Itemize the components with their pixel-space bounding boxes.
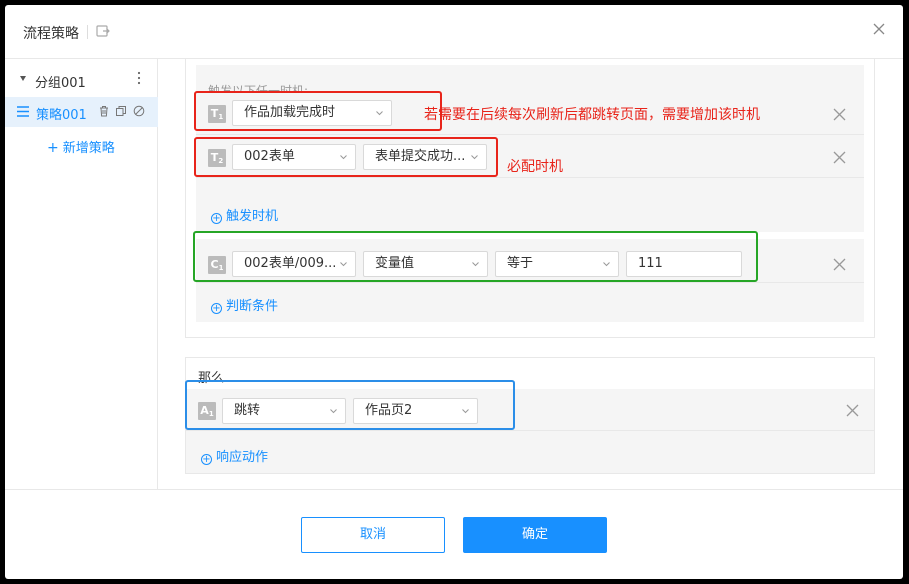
group-label: 分组001 bbox=[35, 76, 86, 91]
plus-icon: + bbox=[47, 140, 59, 156]
annotation-box-red-1 bbox=[194, 91, 442, 131]
plus-circle-icon: + bbox=[211, 213, 222, 224]
add-trigger-button[interactable]: + 触发时机 bbox=[211, 205, 278, 224]
close-icon[interactable] bbox=[871, 21, 887, 37]
add-strategy-button[interactable]: + 新增策略 bbox=[47, 137, 115, 156]
export-icon[interactable] bbox=[95, 23, 111, 39]
sidebar-item-strategy-001[interactable]: 策略001 bbox=[5, 97, 158, 127]
dialog-title: 流程策略 bbox=[23, 26, 79, 42]
kebab-icon[interactable] bbox=[135, 71, 143, 85]
trash-icon[interactable] bbox=[98, 105, 110, 117]
annotation-note-2: 必配时机 bbox=[507, 159, 563, 175]
close-icon[interactable] bbox=[833, 151, 846, 164]
add-strategy-label: 新增策略 bbox=[62, 141, 115, 156]
close-icon[interactable] bbox=[833, 258, 846, 271]
list-icon bbox=[17, 106, 29, 117]
cancel-button[interactable]: 取消 bbox=[301, 517, 445, 553]
ok-button[interactable]: 确定 bbox=[463, 517, 607, 553]
title-divider bbox=[87, 25, 88, 39]
copy-icon[interactable] bbox=[115, 105, 127, 117]
ban-icon[interactable] bbox=[133, 105, 145, 117]
annotation-note-1: 若需要在后续每次刷新后都跳转页面，需要增加该时机 bbox=[424, 107, 760, 123]
strategy-sidebar: 分组001 策略001 + 新增策略 bbox=[5, 59, 158, 489]
dialog-header: 流程策略 bbox=[5, 5, 903, 59]
sidebar-group-001[interactable]: 分组001 bbox=[5, 67, 158, 93]
dialog-footer: 取消 确定 bbox=[5, 489, 903, 579]
strategy-label: 策略001 bbox=[36, 108, 87, 123]
add-condition-button[interactable]: + 判断条件 bbox=[211, 295, 278, 314]
plus-circle-icon: + bbox=[201, 454, 212, 465]
plus-circle-icon: + bbox=[211, 303, 222, 314]
annotation-box-blue bbox=[185, 380, 515, 430]
close-icon[interactable] bbox=[846, 404, 859, 417]
add-action-button[interactable]: + 响应动作 bbox=[201, 446, 268, 465]
flow-strategy-dialog: 流程策略 分组001 策略001 + 新增策略 触发以下任一时机: T1 作品加… bbox=[5, 5, 903, 579]
close-icon[interactable] bbox=[833, 108, 846, 121]
caret-down-icon[interactable] bbox=[20, 76, 26, 81]
annotation-box-red-2 bbox=[194, 137, 498, 177]
annotation-box-green bbox=[193, 231, 758, 282]
